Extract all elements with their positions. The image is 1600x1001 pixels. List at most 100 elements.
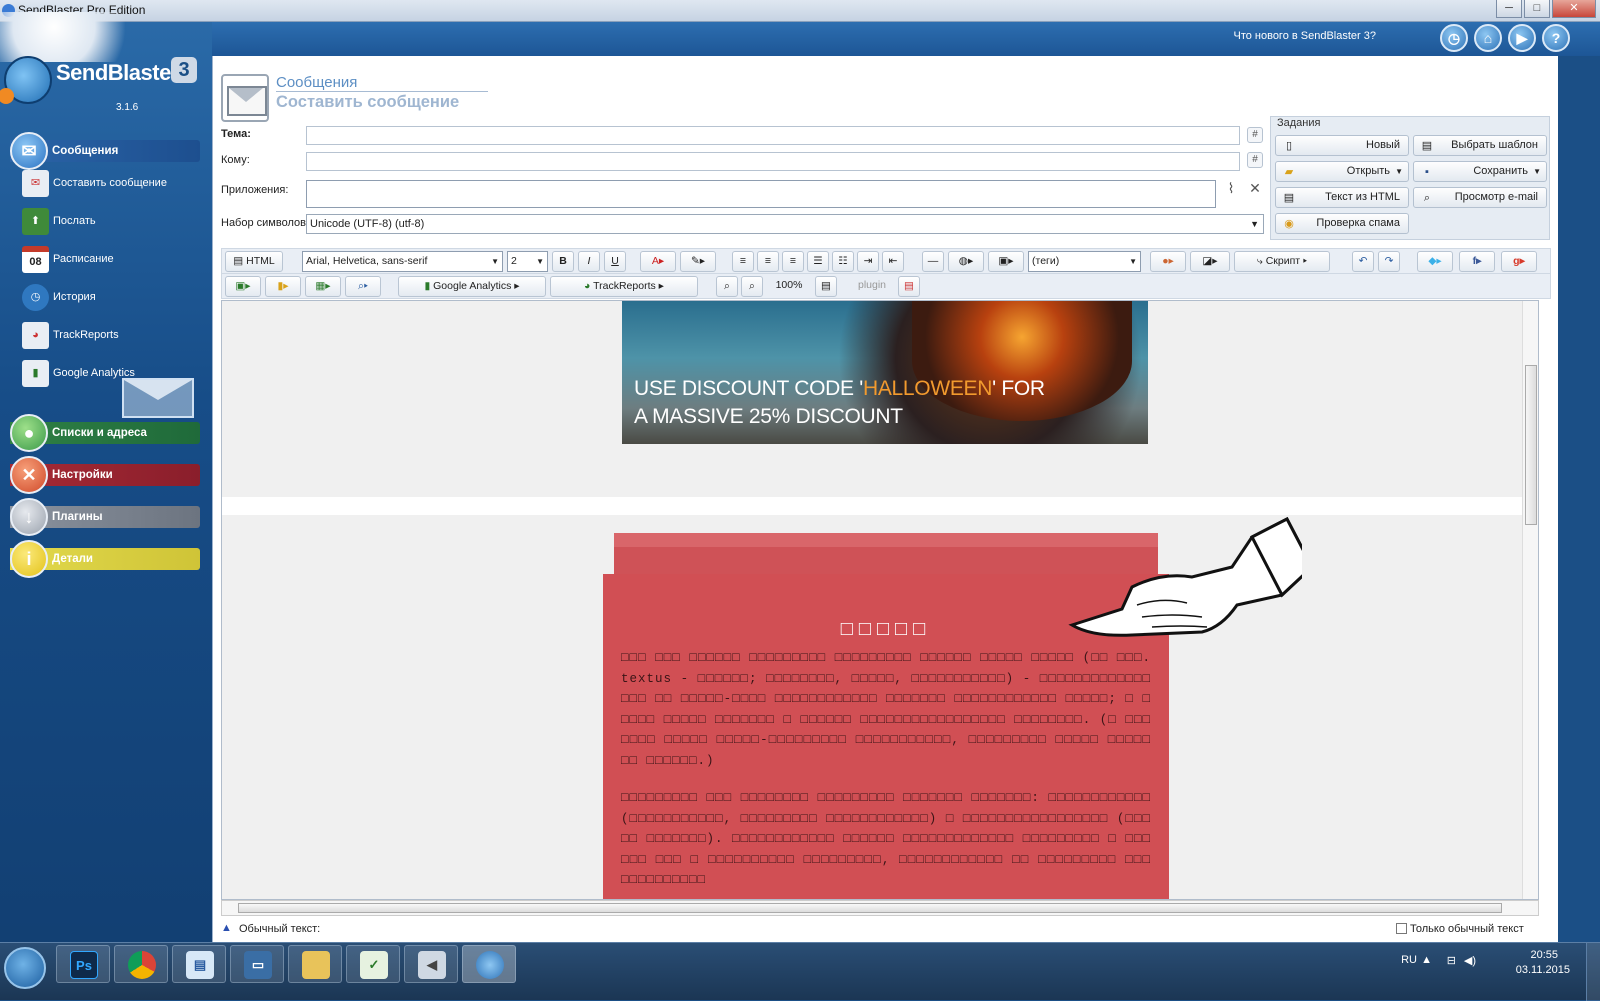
tray-expand-icon[interactable]: ▲	[1421, 954, 1432, 966]
open-button[interactable]: ▰ Открыть ▼	[1275, 161, 1409, 182]
minimize-button[interactable]: ─	[1496, 0, 1522, 18]
sidebar-section-lists[interactable]: ● Списки и адреса	[10, 414, 200, 452]
calendar-icon: 08	[22, 246, 49, 273]
numbered-list-icon[interactable]: ☷	[832, 251, 854, 272]
horizontal-rule-icon[interactable]: —	[922, 251, 944, 272]
taskbar-sendblaster[interactable]	[462, 945, 516, 983]
align-right-icon[interactable]: ≡	[782, 251, 804, 272]
preview-email-button[interactable]: ⌕ Просмотр e-mail	[1413, 187, 1547, 208]
insert-file-icon[interactable]: ▮▸	[265, 276, 301, 297]
print-icon[interactable]: ▤	[815, 276, 837, 297]
insert-gallery-icon[interactable]: ▦▸	[305, 276, 341, 297]
choose-template-button[interactable]: ▤ Выбрать шаблон	[1413, 135, 1547, 156]
to-tag-button[interactable]: #	[1247, 152, 1263, 168]
zoom-out-icon[interactable]: ⌕	[716, 276, 738, 297]
sidebar-item-trackreports[interactable]: ◕ TrackReports	[22, 318, 202, 352]
attachments-input[interactable]	[306, 180, 1216, 208]
sidebar-section-plugins[interactable]: ↓ Плагины	[10, 498, 200, 536]
volume-icon[interactable]: ◀)	[1464, 954, 1476, 967]
subject-tag-button[interactable]: #	[1247, 127, 1263, 143]
network-icon[interactable]: ⊟	[1447, 954, 1456, 967]
start-button[interactable]	[4, 947, 46, 989]
open-label: Открыть	[1346, 165, 1390, 177]
facebook-icon[interactable]: f▸	[1459, 251, 1495, 272]
expand-triangle-icon[interactable]: ▲	[221, 922, 232, 934]
tags-select[interactable]: (теги) ▼	[1028, 251, 1141, 272]
new-button[interactable]: ▯ Новый	[1275, 135, 1409, 156]
underline-button[interactable]: U	[604, 251, 626, 272]
bullet-list-icon[interactable]: ☰	[807, 251, 829, 272]
html-toggle-button[interactable]: ▤ HTML	[225, 251, 283, 272]
close-button[interactable]: ✕	[1552, 0, 1596, 18]
font-family-select[interactable]: Arial, Helvetica, sans-serif ▼	[302, 251, 503, 272]
horizontal-scroll-thumb[interactable]	[238, 903, 1502, 913]
google-plus-icon[interactable]: g▸	[1501, 251, 1537, 272]
italic-button[interactable]: I	[578, 251, 600, 272]
insert-image-icon[interactable]: ▣▸	[225, 276, 261, 297]
to-input[interactable]	[306, 152, 1240, 171]
redo-icon[interactable]: ↷	[1378, 251, 1400, 272]
align-left-icon[interactable]: ≡	[732, 251, 754, 272]
trackreports-button[interactable]: ◕ TrackReports ▸	[550, 276, 698, 297]
help-icon[interactable]: ?	[1542, 24, 1570, 52]
taskbar-project[interactable]: ✓	[346, 945, 400, 983]
subject-label: Тема:	[221, 128, 251, 140]
sidebar-item-history[interactable]: ◷ История	[22, 280, 202, 314]
card-paragraph-2: □□□□□□□□□ □□□ □□□□□□□□ □□□□□□□□□ □□□□□□□…	[621, 791, 1151, 887]
template-icon: ▤	[1421, 140, 1433, 152]
pointing-hand-icon	[1068, 517, 1302, 637]
taskbar-remote-desktop[interactable]: ▭	[230, 945, 284, 983]
sidebar-section-settings[interactable]: ✕ Настройки	[10, 456, 200, 494]
html-editor[interactable]: USE DISCOUNT CODE 'HALLOWEEN' FOR A MASS…	[221, 300, 1539, 900]
script-icon: ⤷	[1256, 255, 1266, 267]
show-desktop-button[interactable]	[1586, 943, 1600, 1001]
remove-attachment-icon[interactable]: ✕	[1247, 181, 1263, 197]
clock-icon[interactable]: ◷	[1440, 24, 1468, 52]
taskbar-chrome[interactable]	[114, 945, 168, 983]
search-icon[interactable]: ⌕▸	[345, 276, 381, 297]
subject-input[interactable]	[306, 126, 1240, 145]
sidebar-item-send[interactable]: ⬆ Послать	[22, 204, 202, 238]
vertical-scroll-thumb[interactable]	[1525, 365, 1537, 525]
home-icon[interactable]: ⌂	[1474, 24, 1502, 52]
link-globe-icon[interactable]: ◍▸	[948, 251, 984, 272]
image-icon[interactable]: ▣▸	[988, 251, 1024, 272]
video-icon[interactable]: ▶	[1508, 24, 1536, 52]
taskbar-explorer[interactable]	[288, 945, 342, 983]
taskbar-photoshop[interactable]: Ps	[56, 945, 110, 983]
whats-new-link[interactable]: Что нового в SendBlaster 3?	[1233, 30, 1376, 42]
google-analytics-button[interactable]: ▮ Google Analytics ▸	[398, 276, 546, 297]
bold-button[interactable]: B	[552, 251, 574, 272]
text-from-html-button[interactable]: ▤ Текст из HTML	[1275, 187, 1409, 208]
paperclip-icon[interactable]: ⌇	[1223, 181, 1239, 197]
plugin-label[interactable]: plugin	[850, 276, 894, 297]
eraser-icon[interactable]: ◪▸	[1190, 251, 1230, 272]
taskbar-notepad[interactable]: ▤	[172, 945, 226, 983]
sidebar-item-schedule[interactable]: 08 Расписание	[22, 242, 202, 276]
horizontal-scrollbar[interactable]	[221, 900, 1539, 916]
personalize-user-icon[interactable]: ●▸	[1150, 251, 1186, 272]
font-color-button[interactable]: A▸	[640, 251, 676, 272]
script-button[interactable]: ⤷ Скрипт ▸	[1234, 251, 1330, 272]
language-indicator[interactable]: RU	[1401, 954, 1417, 966]
twitter-icon[interactable]: ◆▸	[1417, 251, 1453, 272]
save-button[interactable]: ▪ Сохранить ▼	[1413, 161, 1547, 182]
plugin-icon[interactable]: ▤	[898, 276, 920, 297]
indent-icon[interactable]: ⇥	[857, 251, 879, 272]
sidebar-item-compose[interactable]: ✉ Составить сообщение	[22, 166, 202, 200]
charset-select[interactable]: Unicode (UTF-8) (utf-8) ▼	[306, 214, 1264, 234]
font-size-select[interactable]: 2 ▼	[507, 251, 548, 272]
spam-check-button[interactable]: ◉ Проверка спама	[1275, 213, 1409, 234]
bar-chart-icon: ▮	[22, 360, 49, 387]
sidebar-section-details[interactable]: i Детали	[10, 540, 200, 578]
maximize-button[interactable]: □	[1524, 0, 1550, 18]
zoom-in-icon[interactable]: ⌕	[741, 276, 763, 297]
align-center-icon[interactable]: ≡	[757, 251, 779, 272]
vertical-scrollbar[interactable]	[1522, 301, 1538, 899]
only-plain-text-checkbox[interactable]	[1396, 923, 1407, 934]
sidebar-section-messages[interactable]: ✉ Сообщения	[10, 132, 200, 170]
undo-icon[interactable]: ↶	[1352, 251, 1374, 272]
highlight-icon[interactable]: ✎▸	[680, 251, 716, 272]
outdent-icon[interactable]: ⇤	[882, 251, 904, 272]
taskbar-megaphone[interactable]: ◀	[404, 945, 458, 983]
